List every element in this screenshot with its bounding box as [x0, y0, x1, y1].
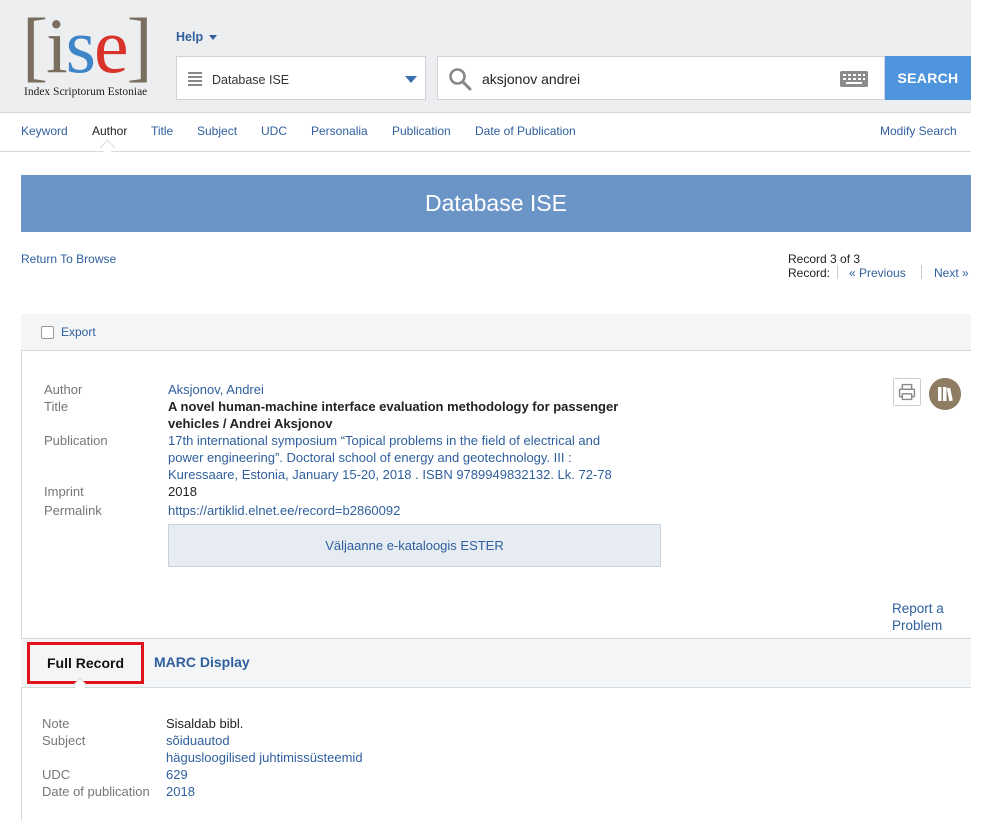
- logo-subtitle: Index Scriptorum Estoniae: [24, 86, 148, 98]
- record-count: Record 3 of 3: [788, 252, 861, 266]
- search-box: [437, 56, 885, 100]
- record-title: A novel human-machine interface evaluati…: [168, 398, 618, 432]
- search-input[interactable]: [480, 65, 834, 93]
- ise-logo[interactable]: [ise] Index Scriptorum Estoniae: [22, 6, 160, 106]
- next-record-link[interactable]: Next »: [934, 266, 969, 280]
- date-of-publication-link[interactable]: 2018: [166, 783, 195, 800]
- date-of-publication-label: Date of publication: [42, 784, 150, 799]
- nav-personalia[interactable]: Personalia: [311, 124, 368, 138]
- publication-line: Kuressaare, Estonia, January 15-20, 2018…: [168, 467, 612, 482]
- export-link[interactable]: Export: [61, 325, 96, 339]
- publication-line: 17th international symposium “Topical pr…: [168, 433, 601, 448]
- udc-label: UDC: [42, 767, 71, 782]
- previous-record-link[interactable]: « Previous: [849, 266, 906, 280]
- nav-author[interactable]: Author: [92, 124, 127, 138]
- nav-keyword[interactable]: Keyword: [21, 124, 68, 138]
- author-label: Author: [44, 382, 83, 397]
- nav-udc[interactable]: UDC: [261, 124, 287, 138]
- database-select-value: Database ISE: [212, 73, 290, 87]
- title-label: Title: [44, 399, 69, 414]
- help-label: Help: [176, 30, 204, 44]
- modify-search-link[interactable]: Modify Search: [880, 124, 957, 138]
- ester-catalog-button[interactable]: Väljaanne e-kataloogis ESTER: [168, 524, 661, 567]
- nav-publication[interactable]: Publication: [392, 124, 451, 138]
- subject-label: Subject: [42, 733, 86, 748]
- permalink-link[interactable]: https://artiklid.elnet.ee/record=b286009…: [168, 502, 400, 519]
- note-label: Note: [42, 716, 70, 731]
- tab-full-record[interactable]: Full Record: [27, 642, 144, 684]
- print-icon[interactable]: [893, 378, 921, 406]
- author-link[interactable]: Aksjonov, Andrei: [168, 381, 264, 398]
- imprint-value: 2018: [168, 484, 197, 499]
- search-type-nav: Keyword Author Title Subject UDC Persona…: [0, 113, 971, 152]
- search-button[interactable]: SEARCH: [885, 56, 971, 100]
- nav-date-of-publication[interactable]: Date of Publication: [475, 124, 576, 138]
- export-checkbox[interactable]: [41, 326, 54, 339]
- report-line: Report a: [892, 601, 944, 616]
- list-icon: [188, 72, 202, 86]
- header: [ise] Index Scriptorum Estoniae Help Dat…: [0, 0, 971, 113]
- permalink-label: Permalink: [44, 503, 102, 518]
- page-title: Database ISE: [21, 175, 971, 232]
- database-select[interactable]: Database ISE: [176, 56, 426, 100]
- keyboard-icon[interactable]: [840, 71, 868, 87]
- export-bar: Export: [21, 314, 971, 351]
- udc-link[interactable]: 629: [166, 766, 188, 783]
- subject-link[interactable]: sõiduautod: [166, 732, 230, 749]
- help-menu[interactable]: Help: [176, 30, 218, 44]
- title-line: vehicles / Andrei Aksjonov: [168, 416, 333, 431]
- report-problem-link[interactable]: Report a Problem: [892, 600, 944, 634]
- tab-marc-display[interactable]: MARC Display: [154, 654, 250, 670]
- report-line: Problem: [892, 618, 943, 633]
- search-icon: [449, 68, 472, 91]
- publication-line: power engineering”. Doctoral school of e…: [168, 450, 572, 465]
- chevron-down-icon: [405, 76, 417, 83]
- imprint-label: Imprint: [44, 484, 84, 499]
- nav-title[interactable]: Title: [151, 124, 173, 138]
- return-to-browse-link[interactable]: Return To Browse: [21, 252, 116, 266]
- caret-down-icon: [209, 35, 218, 41]
- publication-label: Publication: [44, 433, 108, 448]
- books-icon[interactable]: [929, 378, 961, 410]
- record-panel: [21, 314, 971, 821]
- subject-link[interactable]: hägusloogilised juhtimissüsteemid: [166, 749, 363, 766]
- publication-link[interactable]: 17th international symposium “Topical pr…: [168, 432, 612, 483]
- divider: [921, 265, 922, 279]
- nav-subject[interactable]: Subject: [197, 124, 237, 138]
- title-line: A novel human-machine interface evaluati…: [168, 399, 619, 414]
- note-value: Sisaldab bibl.: [166, 716, 244, 731]
- divider: [837, 265, 838, 279]
- logo-mark: [ise]: [22, 2, 153, 89]
